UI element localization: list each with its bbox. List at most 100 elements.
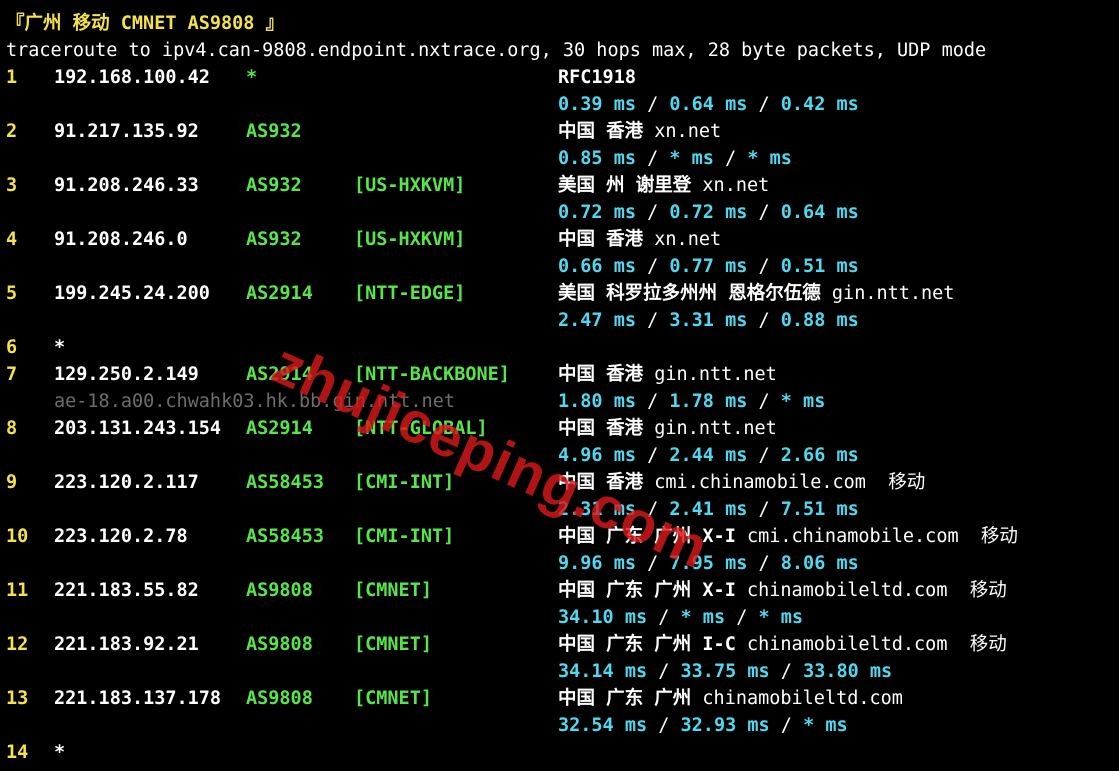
hop-org-domain: cmi.chinamobile.com	[746, 526, 959, 547]
hop-geo: 中国 广东 广州 X-I cmi.chinamobile.com 移动	[558, 523, 1018, 550]
rtt-value: 0.66 ms	[558, 256, 636, 277]
hop-row: 1 192.168.100.42 * RFC1918	[6, 64, 1116, 91]
hop-rtt: 0.85 ms / * ms / * ms	[558, 148, 792, 169]
hop-row: 8 203.131.243.154 AS2914 [NTT-GLOBAL] 中国 香港 …	[6, 415, 1116, 442]
hop-number: 6	[6, 337, 18, 358]
hop-geo-location: 中国 广东 广州 X-I	[558, 526, 747, 547]
hop-rtt: 1.80 ms / 1.78 ms / * ms	[558, 391, 826, 412]
hop-ip: *	[54, 742, 66, 763]
hop-row: 7 129.250.2.149 AS2914 [NTT-BACKBONE] 中国 香港 …	[6, 361, 1116, 388]
hop-detail-row: 0.85 ms / * ms / * ms	[6, 145, 1116, 172]
rtt-value: 34.14 ms	[558, 661, 648, 682]
hop-ip: 223.120.2.117	[54, 472, 199, 493]
rtt-value: * ms	[747, 148, 792, 169]
rtt-value: 4.96 ms	[558, 445, 636, 466]
hop-geo: RFC1918	[558, 64, 636, 91]
hop-detail-row: ae-18.a00.chwahk03.hk.bb.gin.ntt.net 1.80…	[6, 388, 1116, 415]
hop-ip: 192.168.100.42	[54, 67, 210, 88]
hop-geo: 中国 广东 广州 X-I chinamobileltd.com 移动	[558, 577, 1007, 604]
trace-title: 『广州 移动 CMNET AS9808 』	[6, 13, 285, 34]
hop-asn: AS2914	[246, 283, 313, 304]
hop-asn: AS9808	[246, 580, 313, 601]
hop-geo: 美国 科罗拉多州州 恩格尔伍德 gin.ntt.net	[558, 280, 954, 307]
hop-geo: 中国 香港 xn.net	[558, 226, 721, 253]
hop-org-domain: xn.net	[654, 229, 722, 250]
hop-ip: 223.120.2.78	[54, 526, 188, 547]
hop-row: 9 223.120.2.117 AS58453 [CMI-INT] 中国 香港 cmi.…	[6, 469, 1116, 496]
hop-row: 10 223.120.2.78 AS58453 [CMI-INT] 中国 广东 广州 X…	[6, 523, 1116, 550]
hop-row: 6 *	[6, 334, 1116, 361]
hop-asn: AS9808	[246, 688, 313, 709]
rtt-value: * ms	[669, 148, 714, 169]
hop-number: 3	[6, 175, 18, 196]
hop-org-domain: chinamobileltd.com	[702, 688, 903, 709]
rtt-value: 32.93 ms	[680, 715, 770, 736]
hop-geo: 中国 香港 gin.ntt.net	[558, 361, 777, 388]
rtt-value: 0.88 ms	[780, 310, 859, 331]
hop-geo-location: 中国 香港	[558, 418, 655, 439]
hop-ip: *	[54, 337, 66, 358]
rtt-value: 7.51 ms	[780, 499, 859, 520]
hop-ip: 91.217.135.92	[54, 121, 199, 142]
hop-geo-location: 中国 广东 广州	[558, 688, 703, 709]
hop-detail-row: 0.72 ms / 0.72 ms / 0.64 ms	[6, 199, 1116, 226]
hop-org-domain: gin.ntt.net	[654, 364, 777, 385]
hop-row: 4 91.208.246.0 AS932 [US-HXKVM] 中国 香港 xn.net	[6, 226, 1116, 253]
hop-rtt: 0.39 ms / 0.64 ms / 0.42 ms	[558, 94, 859, 115]
hop-org-domain: gin.ntt.net	[831, 283, 955, 304]
rtt-value: 33.80 ms	[803, 661, 893, 682]
hop-ip: 221.183.92.21	[54, 634, 199, 655]
hop-org-domain: chinamobileltd.com	[746, 580, 948, 601]
hop-rtt: 32.54 ms / 32.93 ms / * ms	[558, 715, 848, 736]
hop-asn: AS932	[246, 121, 302, 142]
hop-number: 8	[6, 418, 18, 439]
hop-tag: [NTT-BACKBONE]	[354, 364, 510, 385]
hop-rtt: 4.96 ms / 2.44 ms / 2.66 ms	[558, 445, 859, 466]
hop-geo: 中国 香港 cmi.chinamobile.com 移动	[558, 469, 925, 496]
hop-detail-row: 4.96 ms / 2.44 ms / 2.66 ms	[6, 442, 1116, 469]
hop-number: 11	[6, 580, 29, 601]
rtt-value: 0.72 ms	[669, 202, 748, 223]
hop-detail-row: 34.10 ms / * ms / * ms	[6, 604, 1116, 631]
rtt-value: 0.85 ms	[558, 148, 636, 169]
hop-ip: 203.131.243.154	[54, 418, 222, 439]
hop-number: 5	[6, 283, 18, 304]
hop-rtt: 9.96 ms / 7.95 ms / 8.06 ms	[558, 553, 859, 574]
hop-geo: 中国 广东 广州 chinamobileltd.com	[558, 685, 903, 712]
rtt-value: * ms	[680, 607, 726, 628]
rtt-value: 9.96 ms	[558, 553, 636, 574]
hop-row: 11 221.183.55.82 AS9808 [CMNET] 中国 广东 广州 X-I…	[6, 577, 1116, 604]
hop-rtt: 2.47 ms / 3.31 ms / 0.88 ms	[558, 310, 859, 331]
rtt-value: * ms	[803, 715, 848, 736]
rtt-value: * ms	[758, 607, 804, 628]
rtt-value: 3.31 ms	[669, 310, 748, 331]
hop-geo-location: 中国 广东 广州 I-C	[558, 634, 747, 655]
rtt-value: * ms	[780, 391, 826, 412]
hop-tag: [CMNET]	[354, 580, 432, 601]
hop-asn: AS58453	[246, 472, 324, 493]
hop-tag: [CMI-INT]	[354, 472, 455, 493]
hop-geo-location: 中国 香港	[558, 121, 655, 142]
hop-number: 14	[6, 742, 29, 763]
hop-isp: 移动	[969, 634, 1007, 655]
hop-rtt: 2.31 ms / 2.41 ms / 7.51 ms	[558, 499, 859, 520]
hop-geo-location: 中国 广东 广州 X-I	[558, 580, 747, 601]
hop-geo: 中国 广东 广州 I-C chinamobileltd.com 移动	[558, 631, 1007, 658]
hop-geo: 美国 州 谢里登 xn.net	[558, 172, 769, 199]
hop-tag: [US-HXKVM]	[354, 175, 466, 196]
trace-command: traceroute to ipv4.can-9808.endpoint.nxt…	[6, 40, 987, 61]
hop-number: 7	[6, 364, 18, 385]
hop-ip: 199.245.24.200	[54, 283, 210, 304]
hop-row: 13 221.183.137.178 AS9808 [CMNET] 中国 广东 广州 c…	[6, 685, 1116, 712]
hop-rtt: 34.10 ms / * ms / * ms	[558, 607, 804, 628]
rtt-value: 0.77 ms	[669, 256, 748, 277]
hop-tag: [CMI-INT]	[354, 526, 455, 547]
rtt-value: 0.42 ms	[780, 94, 859, 115]
hop-tag: [CMNET]	[354, 634, 432, 655]
hop-row: 14 *	[6, 739, 1116, 766]
hop-detail-row: 0.39 ms / 0.64 ms / 0.42 ms	[6, 91, 1116, 118]
hop-number: 2	[6, 121, 18, 142]
hop-isp: 移动	[969, 580, 1007, 601]
hop-ip: 221.183.55.82	[54, 580, 199, 601]
hop-org-domain: xn.net	[702, 175, 770, 196]
